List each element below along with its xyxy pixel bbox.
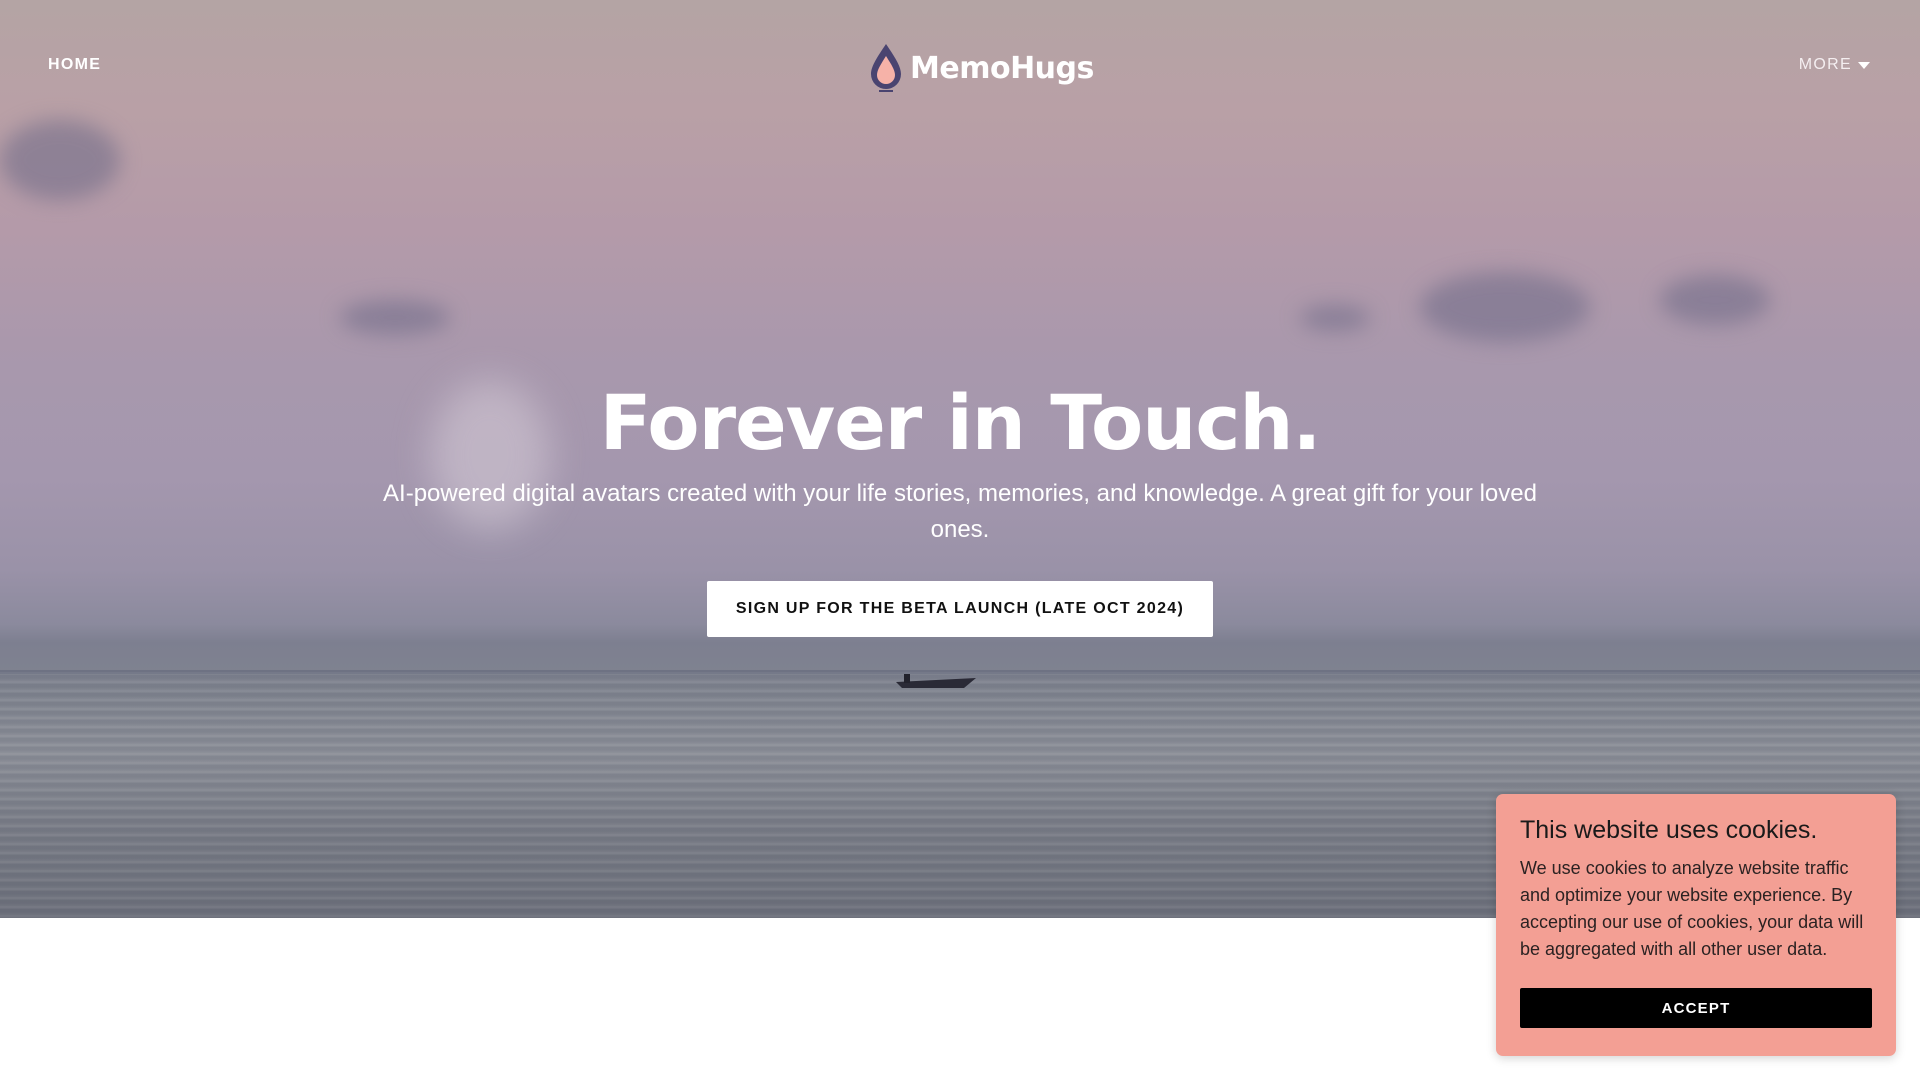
caret-down-icon [1858, 62, 1870, 69]
cloud [0, 120, 120, 200]
logo-text: MemoHugs [910, 50, 1094, 86]
logo[interactable]: MemoHugs [868, 42, 1094, 94]
nav-home-link[interactable]: HOME [48, 56, 101, 74]
cloud [340, 300, 450, 335]
cookie-banner: This website uses cookies. We use cookie… [1496, 794, 1896, 1056]
cloud [1420, 272, 1590, 342]
nav-more-label: MORE [1798, 56, 1852, 73]
cookie-banner-title: This website uses cookies. [1520, 816, 1818, 844]
water-drop-icon [871, 44, 901, 92]
cookie-banner-text: We use cookies to analyze website traffi… [1520, 858, 1864, 959]
boat-icon [896, 674, 976, 688]
beta-signup-button[interactable]: SIGN UP FOR THE BETA LAUNCH (LATE OCT 20… [707, 581, 1213, 637]
accept-cookies-button[interactable]: ACCEPT [1520, 988, 1872, 1028]
cloud [1300, 305, 1370, 331]
hero-subtitle: AI-powered digital avatars created with … [383, 480, 1537, 543]
cloud [1660, 275, 1770, 325]
hero-section: HOME MemoHugs MORE Forever in Touch. AI-… [0, 0, 1920, 918]
hero-title: Forever in Touch. [599, 378, 1322, 467]
nav-more-menu[interactable]: MORE [1799, 56, 1870, 74]
